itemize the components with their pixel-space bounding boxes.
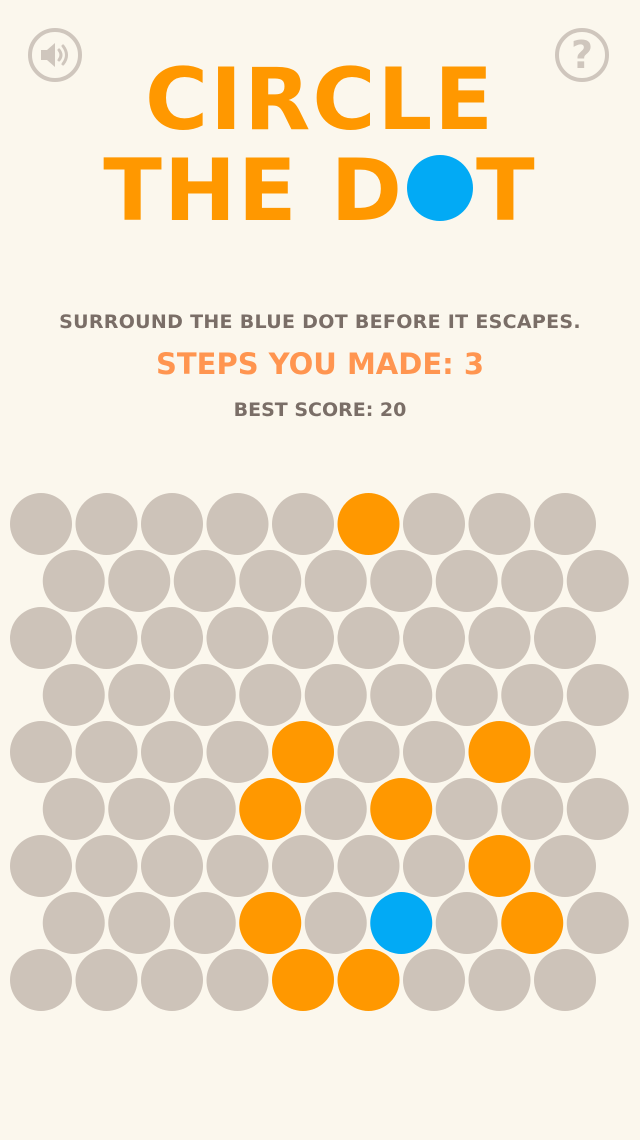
- empty-cell[interactable]: [108, 550, 171, 612]
- empty-cell[interactable]: [206, 607, 269, 669]
- empty-cell[interactable]: [10, 949, 72, 1011]
- empty-cell[interactable]: [206, 835, 269, 897]
- empty-cell[interactable]: [337, 607, 400, 669]
- empty-cell[interactable]: [534, 949, 596, 1011]
- empty-cell[interactable]: [173, 778, 236, 840]
- empty-cell[interactable]: [75, 835, 138, 897]
- blocked-cell: [239, 778, 302, 840]
- empty-cell[interactable]: [468, 607, 531, 669]
- empty-cell[interactable]: [435, 778, 498, 840]
- empty-cell[interactable]: [10, 493, 72, 555]
- empty-cell[interactable]: [173, 664, 236, 726]
- empty-cell[interactable]: [108, 664, 171, 726]
- game-board: [0, 0, 640, 1136]
- empty-cell[interactable]: [337, 721, 400, 783]
- empty-cell[interactable]: [501, 664, 564, 726]
- blocked-cell: [272, 721, 334, 783]
- empty-cell[interactable]: [108, 892, 171, 954]
- empty-cell[interactable]: [403, 721, 465, 783]
- empty-cell[interactable]: [337, 835, 400, 897]
- empty-cell[interactable]: [435, 550, 498, 612]
- empty-cell[interactable]: [10, 721, 72, 783]
- empty-cell[interactable]: [141, 493, 203, 555]
- empty-cell[interactable]: [534, 721, 596, 783]
- empty-cell[interactable]: [173, 892, 236, 954]
- empty-cell[interactable]: [10, 835, 72, 897]
- blocked-cell: [468, 835, 531, 897]
- empty-cell[interactable]: [304, 664, 367, 726]
- empty-cell[interactable]: [42, 892, 105, 954]
- empty-cell[interactable]: [206, 721, 269, 783]
- empty-cell[interactable]: [501, 778, 564, 840]
- empty-cell[interactable]: [108, 778, 171, 840]
- empty-cell[interactable]: [304, 778, 367, 840]
- empty-cell[interactable]: [141, 721, 203, 783]
- blocked-cell: [337, 949, 400, 1011]
- empty-cell[interactable]: [141, 835, 203, 897]
- empty-cell[interactable]: [173, 550, 236, 612]
- blocked-cell: [370, 778, 433, 840]
- empty-cell[interactable]: [534, 493, 596, 555]
- empty-cell[interactable]: [566, 664, 629, 726]
- empty-cell[interactable]: [206, 493, 269, 555]
- empty-cell[interactable]: [468, 949, 531, 1011]
- blocked-cell: [468, 721, 531, 783]
- empty-cell[interactable]: [10, 607, 72, 669]
- empty-cell[interactable]: [304, 892, 367, 954]
- empty-cell[interactable]: [75, 607, 138, 669]
- empty-cell[interactable]: [566, 778, 629, 840]
- empty-cell[interactable]: [501, 550, 564, 612]
- empty-cell[interactable]: [403, 493, 465, 555]
- empty-cell[interactable]: [435, 664, 498, 726]
- empty-cell[interactable]: [272, 607, 334, 669]
- empty-cell[interactable]: [75, 949, 138, 1011]
- empty-cell[interactable]: [272, 493, 334, 555]
- empty-cell[interactable]: [42, 550, 105, 612]
- empty-cell[interactable]: [141, 949, 203, 1011]
- empty-cell[interactable]: [403, 835, 465, 897]
- empty-cell[interactable]: [304, 550, 367, 612]
- blocked-cell: [501, 892, 564, 954]
- empty-cell[interactable]: [370, 550, 433, 612]
- blue-dot: [370, 892, 433, 954]
- empty-cell[interactable]: [75, 493, 138, 555]
- empty-cell[interactable]: [566, 892, 629, 954]
- empty-cell[interactable]: [206, 949, 269, 1011]
- empty-cell[interactable]: [435, 892, 498, 954]
- empty-cell[interactable]: [42, 664, 105, 726]
- blocked-cell: [239, 892, 302, 954]
- empty-cell[interactable]: [42, 778, 105, 840]
- empty-cell[interactable]: [239, 664, 302, 726]
- empty-cell[interactable]: [534, 835, 596, 897]
- empty-cell[interactable]: [370, 664, 433, 726]
- blocked-cell: [272, 949, 334, 1011]
- empty-cell[interactable]: [272, 835, 334, 897]
- empty-cell[interactable]: [468, 493, 531, 555]
- empty-cell[interactable]: [75, 721, 138, 783]
- empty-cell[interactable]: [403, 949, 465, 1011]
- blocked-cell: [337, 493, 400, 555]
- empty-cell[interactable]: [403, 607, 465, 669]
- empty-cell[interactable]: [141, 607, 203, 669]
- empty-cell[interactable]: [534, 607, 596, 669]
- empty-cell[interactable]: [239, 550, 302, 612]
- empty-cell[interactable]: [566, 550, 629, 612]
